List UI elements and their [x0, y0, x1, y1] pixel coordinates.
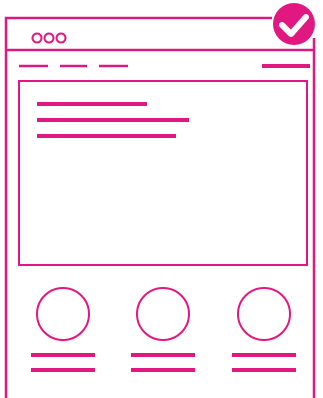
window-dot-icon: [55, 32, 67, 44]
wireframe-canvas: [0, 0, 323, 398]
card-image-circle: [36, 287, 90, 341]
hero-panel: [18, 80, 308, 266]
card-image-circle: [237, 287, 291, 341]
window-dot-icon: [43, 32, 55, 44]
browser-window-frame: [4, 16, 316, 398]
checkmark-badge: [273, 3, 315, 45]
window-dot-icon: [31, 32, 43, 44]
browser-wireframe-illustration: [4, 3, 316, 398]
card-image-circle: [136, 287, 190, 341]
